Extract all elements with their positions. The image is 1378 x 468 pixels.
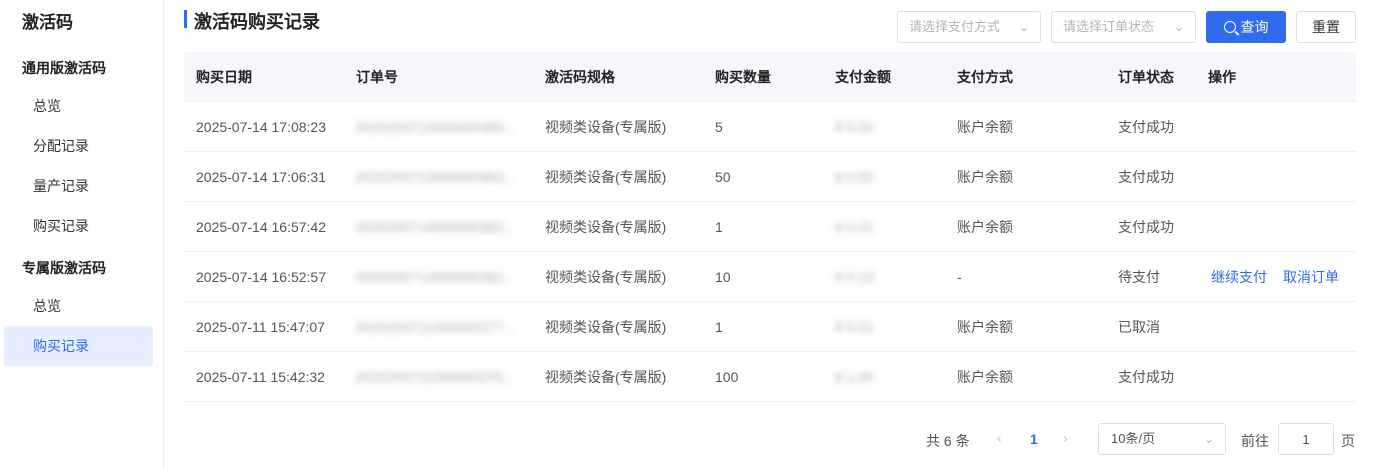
title-accent-bar: [184, 10, 187, 28]
cell-status: 支付成功: [1118, 219, 1174, 235]
cell-status: 支付成功: [1118, 169, 1174, 185]
cancel-order-link[interactable]: 取消订单: [1283, 252, 1339, 302]
cell-payment-method: 账户余额: [957, 119, 1013, 135]
pagination-total: 共 6 条: [926, 433, 970, 449]
page-suffix-label: 页: [1341, 433, 1355, 449]
sidebar-group-exclusive: 专属版激活码: [22, 260, 106, 276]
sidebar-title: 激活码: [22, 13, 73, 32]
table-row: 2025-07-11 15:47:07 0020250711000000377.…: [184, 302, 1356, 352]
payment-method-placeholder: 请选择支付方式: [909, 19, 1001, 34]
cell-quantity: 1: [715, 319, 723, 335]
query-button-label: 查询: [1240, 19, 1269, 35]
cell-status: 已取消: [1118, 319, 1160, 335]
cell-amount: ¥ 0.50: [835, 169, 874, 185]
column-header-quantity: 购买数量: [715, 69, 771, 85]
cell-payment-method: 账户余额: [957, 319, 1013, 335]
cell-quantity: 50: [715, 169, 731, 185]
cell-order-no: 0020250714000000361...: [356, 269, 516, 285]
cell-status: 支付成功: [1118, 369, 1174, 385]
payment-method-select[interactable]: 请选择支付方式 ⌄: [897, 11, 1041, 43]
cell-quantity: 1: [715, 219, 723, 235]
sidebar: 激活码 通用版激活码 总览 分配记录 量产记录 购买记录 专属版激活码 总览 购…: [0, 0, 164, 468]
column-header-order-no: 订单号: [356, 69, 398, 85]
cell-spec: 视频类设备(专属版): [545, 169, 667, 185]
cell-payment-method: 账户余额: [957, 369, 1013, 385]
cell-payment-method: 账户余额: [957, 169, 1013, 185]
cell-order-no: 0020250711000000376...: [356, 369, 515, 385]
column-header-status: 订单状态: [1118, 69, 1174, 85]
cell-amount: ¥ 1.00: [835, 369, 874, 385]
column-header-spec: 激活码规格: [545, 69, 615, 85]
column-header-amount: 支付金额: [835, 69, 891, 85]
sidebar-item-general-allocation[interactable]: 分配记录: [4, 126, 153, 166]
cell-order-no: 0020250714000000362...: [356, 219, 516, 235]
sidebar-group-general: 通用版激活码: [22, 60, 106, 76]
cell-date: 2025-07-14 17:06:31: [196, 169, 326, 185]
column-header-actions: 操作: [1208, 69, 1236, 85]
goto-page-input[interactable]: [1278, 423, 1334, 455]
sidebar-item-general-production[interactable]: 量产记录: [4, 166, 153, 206]
cell-amount: ¥ 0.01: [835, 319, 874, 335]
pagination-page-1[interactable]: 1: [1030, 431, 1038, 447]
column-header-payment-method: 支付方式: [957, 69, 1013, 85]
cell-status: 支付成功: [1118, 119, 1174, 135]
purchase-records-table: 购买日期 订单号 激活码规格 购买数量 支付金额 支付方式 订单状态 操作 20…: [184, 52, 1356, 402]
table-row: 2025-07-14 16:57:42 0020250714000000362.…: [184, 202, 1356, 252]
search-icon: [1223, 21, 1236, 33]
cell-date: 2025-07-11 15:47:07: [196, 319, 325, 335]
table-row: 2025-07-14 17:06:31 0020250714000000364.…: [184, 152, 1356, 202]
cell-spec: 视频类设备(专属版): [545, 269, 667, 285]
cell-spec: 视频类设备(专属版): [545, 119, 667, 135]
order-status-placeholder: 请选择订单状态: [1063, 19, 1155, 34]
cell-quantity: 5: [715, 119, 723, 135]
page-title: 激活码购买记录: [194, 12, 320, 32]
cell-order-no: 0020250711000000377...: [356, 319, 515, 335]
table-row: 2025-07-14 17:08:23 0020250714000000365.…: [184, 102, 1356, 152]
continue-payment-link[interactable]: 继续支付: [1211, 252, 1267, 302]
cell-spec: 视频类设备(专属版): [545, 219, 667, 235]
chevron-down-icon: ⌄: [1018, 20, 1029, 34]
chevron-left-icon[interactable]: ‹: [997, 430, 1002, 446]
cell-order-no: 0020250714000000364...: [356, 169, 516, 185]
table-row: 2025-07-11 15:42:32 0020250711000000376.…: [184, 352, 1356, 402]
cell-date: 2025-07-11 15:42:32: [196, 369, 325, 385]
page-size-select[interactable]: 10条/页 ⌄: [1098, 423, 1226, 455]
cell-spec: 视频类设备(专属版): [545, 319, 667, 335]
sidebar-item-general-purchase[interactable]: 购买记录: [4, 206, 153, 246]
cell-date: 2025-07-14 16:57:42: [196, 219, 326, 235]
chevron-right-icon[interactable]: ›: [1063, 430, 1068, 446]
cell-date: 2025-07-14 17:08:23: [196, 119, 326, 135]
cell-payment-method: -: [957, 269, 962, 285]
cell-amount: ¥ 0.50: [835, 119, 874, 135]
cell-order-no: 0020250714000000365...: [356, 119, 516, 135]
sidebar-item-general-overview[interactable]: 总览: [4, 86, 153, 126]
app: 激活码 通用版激活码 总览 分配记录 量产记录 购买记录 专属版激活码 总览 购…: [0, 0, 1378, 468]
query-button[interactable]: 查询: [1206, 11, 1286, 43]
cell-date: 2025-07-14 16:52:57: [196, 269, 326, 285]
goto-label: 前往: [1241, 433, 1269, 449]
cell-amount: ¥ 0.10: [835, 269, 874, 285]
order-status-select[interactable]: 请选择订单状态 ⌄: [1051, 11, 1196, 43]
table-row: 2025-07-14 16:52:57 0020250714000000361.…: [184, 252, 1356, 302]
page-size-value: 10条/页: [1111, 431, 1156, 446]
sidebar-item-exclusive-purchase[interactable]: 购买记录: [4, 326, 153, 366]
cell-quantity: 100: [715, 369, 739, 385]
reset-button[interactable]: 重置: [1296, 11, 1356, 43]
cell-status: 待支付: [1118, 269, 1160, 285]
chevron-down-icon: ⌄: [1203, 432, 1214, 446]
table-header: 购买日期 订单号 激活码规格 购买数量 支付金额 支付方式 订单状态 操作: [184, 52, 1356, 102]
cell-quantity: 10: [715, 269, 731, 285]
sidebar-item-exclusive-overview[interactable]: 总览: [4, 286, 153, 326]
cell-spec: 视频类设备(专属版): [545, 369, 667, 385]
cell-amount: ¥ 0.01: [835, 219, 874, 235]
cell-payment-method: 账户余额: [957, 219, 1013, 235]
column-header-date: 购买日期: [196, 69, 252, 85]
chevron-down-icon: ⌄: [1173, 20, 1184, 34]
